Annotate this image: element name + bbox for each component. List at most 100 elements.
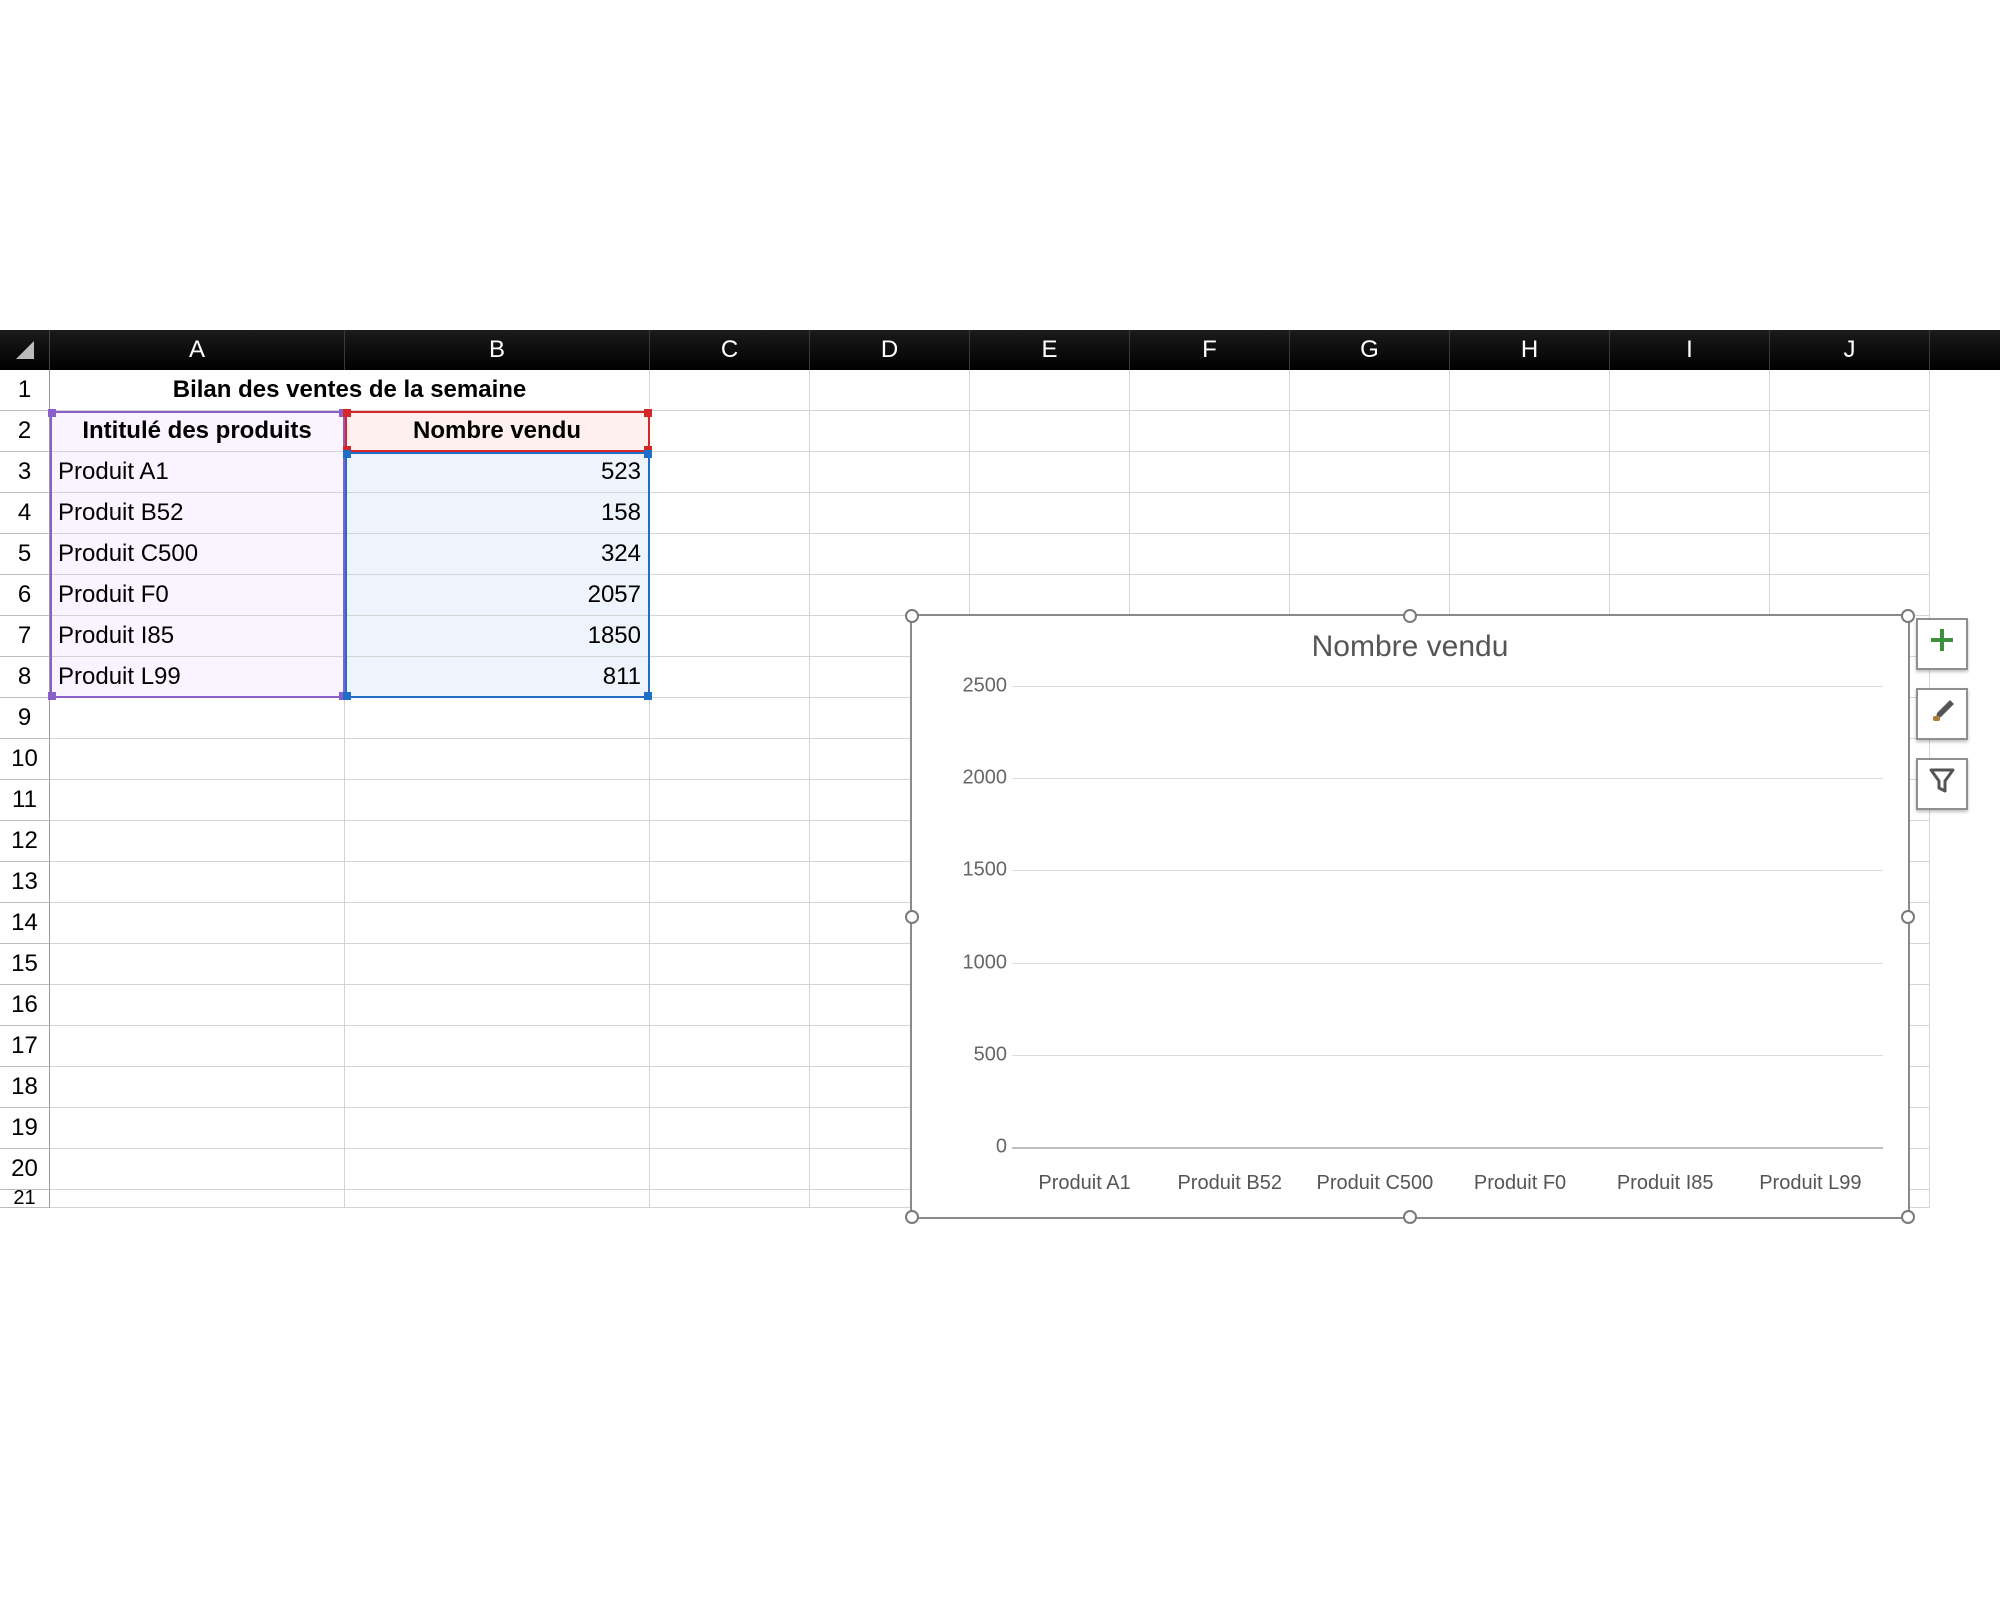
cell-A2[interactable]: Intitulé des produits	[50, 411, 345, 452]
cell-B8[interactable]: 811	[345, 657, 650, 698]
cell[interactable]	[650, 1190, 810, 1208]
cell[interactable]	[1130, 493, 1290, 534]
cell[interactable]	[345, 1108, 650, 1149]
row-header-2[interactable]: 2	[0, 411, 50, 452]
chart-handle[interactable]	[1901, 1210, 1915, 1224]
cell[interactable]	[1130, 534, 1290, 575]
cell[interactable]	[1450, 370, 1610, 411]
col-header-A[interactable]: A	[50, 330, 345, 370]
row-header-14[interactable]: 14	[0, 903, 50, 944]
cell[interactable]	[1130, 411, 1290, 452]
cell-B6[interactable]: 2057	[345, 575, 650, 616]
cell[interactable]	[1610, 370, 1770, 411]
col-header-B[interactable]: B	[345, 330, 650, 370]
cell[interactable]	[650, 575, 810, 616]
row-header-3[interactable]: 3	[0, 452, 50, 493]
cell[interactable]	[345, 944, 650, 985]
row-header-12[interactable]: 12	[0, 821, 50, 862]
cell[interactable]	[1130, 575, 1290, 616]
chart-handle[interactable]	[1403, 609, 1417, 623]
cell[interactable]	[1290, 370, 1450, 411]
cell-A6[interactable]: Produit F0	[50, 575, 345, 616]
row-header-15[interactable]: 15	[0, 944, 50, 985]
cell[interactable]	[50, 1190, 345, 1208]
chart-filter-button[interactable]	[1916, 758, 1968, 810]
cell[interactable]	[970, 534, 1130, 575]
cell[interactable]	[345, 862, 650, 903]
cell[interactable]	[970, 411, 1130, 452]
cell[interactable]	[345, 1190, 650, 1208]
cell[interactable]	[50, 739, 345, 780]
chart-elements-button[interactable]	[1916, 618, 1968, 670]
row-header-18[interactable]: 18	[0, 1067, 50, 1108]
chart-handle[interactable]	[1403, 1210, 1417, 1224]
cell[interactable]	[345, 1067, 650, 1108]
cell[interactable]	[650, 821, 810, 862]
row-header-16[interactable]: 16	[0, 985, 50, 1026]
row-header-20[interactable]: 20	[0, 1149, 50, 1190]
cell[interactable]	[650, 739, 810, 780]
col-header-G[interactable]: G	[1290, 330, 1450, 370]
cell[interactable]	[810, 411, 970, 452]
cell[interactable]	[1450, 452, 1610, 493]
row-header-8[interactable]: 8	[0, 657, 50, 698]
row-header-13[interactable]: 13	[0, 862, 50, 903]
cell-B3[interactable]: 523	[345, 452, 650, 493]
cell[interactable]	[1290, 452, 1450, 493]
cell[interactable]	[50, 780, 345, 821]
cell[interactable]	[345, 1149, 650, 1190]
cell[interactable]	[1450, 575, 1610, 616]
cell[interactable]	[345, 985, 650, 1026]
cell[interactable]	[1610, 452, 1770, 493]
cell[interactable]	[650, 1067, 810, 1108]
cell[interactable]	[810, 575, 970, 616]
col-header-D[interactable]: D	[810, 330, 970, 370]
cell[interactable]	[1610, 493, 1770, 534]
cell-B5[interactable]: 324	[345, 534, 650, 575]
cell[interactable]	[650, 657, 810, 698]
cell[interactable]	[810, 370, 970, 411]
row-header-9[interactable]: 9	[0, 698, 50, 739]
row-header-19[interactable]: 19	[0, 1108, 50, 1149]
cell[interactable]	[970, 370, 1130, 411]
col-header-I[interactable]: I	[1610, 330, 1770, 370]
chart-handle[interactable]	[905, 910, 919, 924]
cell[interactable]	[650, 616, 810, 657]
cell[interactable]	[650, 698, 810, 739]
col-header-J[interactable]: J	[1770, 330, 1930, 370]
chart-handle[interactable]	[905, 1210, 919, 1224]
cell[interactable]	[1610, 534, 1770, 575]
cell[interactable]	[345, 739, 650, 780]
cell[interactable]	[50, 1026, 345, 1067]
cell[interactable]	[970, 452, 1130, 493]
cell[interactable]	[810, 452, 970, 493]
row-header-17[interactable]: 17	[0, 1026, 50, 1067]
cell[interactable]	[50, 903, 345, 944]
cell[interactable]	[650, 370, 810, 411]
chart-handle[interactable]	[1901, 609, 1915, 623]
cell[interactable]	[50, 1108, 345, 1149]
cell[interactable]	[345, 903, 650, 944]
cell[interactable]	[970, 575, 1130, 616]
cell[interactable]	[50, 1067, 345, 1108]
select-all-corner[interactable]	[0, 330, 50, 370]
cell-A7[interactable]: Produit I85	[50, 616, 345, 657]
cell[interactable]	[345, 821, 650, 862]
cell[interactable]	[650, 1108, 810, 1149]
cell[interactable]	[650, 944, 810, 985]
cell[interactable]	[650, 1026, 810, 1067]
chart-handle[interactable]	[905, 609, 919, 623]
cell[interactable]	[1610, 411, 1770, 452]
cell[interactable]	[650, 452, 810, 493]
row-header-7[interactable]: 7	[0, 616, 50, 657]
cell[interactable]	[1450, 534, 1610, 575]
cell-B4[interactable]: 158	[345, 493, 650, 534]
cell[interactable]	[1770, 411, 1930, 452]
cell-A4[interactable]: Produit B52	[50, 493, 345, 534]
cell[interactable]	[1290, 534, 1450, 575]
cell[interactable]	[1450, 493, 1610, 534]
row-header-4[interactable]: 4	[0, 493, 50, 534]
row-header-6[interactable]: 6	[0, 575, 50, 616]
chart-handle[interactable]	[1901, 910, 1915, 924]
cell[interactable]	[650, 534, 810, 575]
